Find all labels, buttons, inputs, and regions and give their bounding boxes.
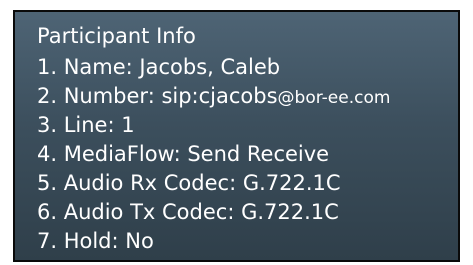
info-row-name[interactable]: 1. Name: Jacobs, Caleb: [37, 53, 390, 82]
info-row-number-domain: @bor-ee.com: [277, 88, 391, 108]
info-row-audio-tx-codec[interactable]: 6. Audio Tx Codec: G.722.1C: [37, 198, 390, 227]
info-row-mediaflow[interactable]: 4. MediaFlow: Send Receive: [37, 140, 390, 169]
info-row-hold[interactable]: 7. Hold: No: [37, 227, 390, 256]
participant-info-panel: Participant Info 1. Name: Jacobs, Caleb …: [13, 10, 460, 262]
panel-title: Participant Info: [37, 24, 196, 48]
info-row-number[interactable]: 2. Number: sip:cjacobs@bor-ee.com: [37, 82, 390, 111]
participant-info-list: 1. Name: Jacobs, Caleb 2. Number: sip:cj…: [37, 53, 390, 256]
info-row-audio-rx-codec[interactable]: 5. Audio Rx Codec: G.722.1C: [37, 169, 390, 198]
info-row-number-label: 2. Number: sip:cjacobs: [37, 84, 278, 108]
info-row-line[interactable]: 3. Line: 1: [37, 111, 390, 140]
